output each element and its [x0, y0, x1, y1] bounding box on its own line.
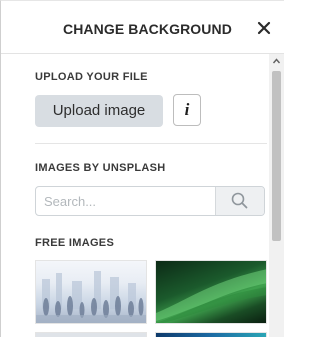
scrollbar-thumb[interactable] [272, 71, 281, 241]
search-icon [231, 192, 248, 209]
scroll-up-button[interactable] [269, 54, 284, 68]
free-image-3[interactable] [35, 332, 147, 337]
panel-header: CHANGE BACKGROUND [1, 1, 284, 54]
change-background-panel: CHANGE BACKGROUND UPLOAD YOUR FILE Uploa… [0, 0, 284, 337]
free-image-crowd-city[interactable] [35, 260, 147, 324]
crowd-city-image [36, 271, 146, 323]
search-button[interactable] [215, 187, 264, 215]
upload-section-label: UPLOAD YOUR FILE [35, 71, 148, 83]
info-button[interactable]: i [173, 94, 201, 126]
close-button[interactable] [251, 15, 277, 41]
close-icon [257, 21, 271, 35]
free-image-4[interactable] [155, 332, 267, 337]
info-icon: i [184, 100, 190, 119]
section-divider [35, 143, 267, 144]
free-images-section-label: FREE IMAGES [35, 237, 115, 249]
panel-title: CHANGE BACKGROUND [63, 21, 232, 37]
free-image-green-abstract[interactable] [155, 260, 267, 324]
upload-image-button[interactable]: Upload image [35, 95, 163, 127]
scrollbar[interactable] [269, 54, 284, 337]
green-abstract-image [156, 269, 266, 323]
panel-content: UPLOAD YOUR FILE Upload image i IMAGES B… [1, 54, 267, 337]
chevron-up-icon [272, 58, 281, 64]
unsplash-search-input[interactable] [36, 187, 216, 215]
unsplash-search-box [35, 186, 265, 216]
unsplash-section-label: IMAGES BY UNSPLASH [35, 162, 166, 174]
